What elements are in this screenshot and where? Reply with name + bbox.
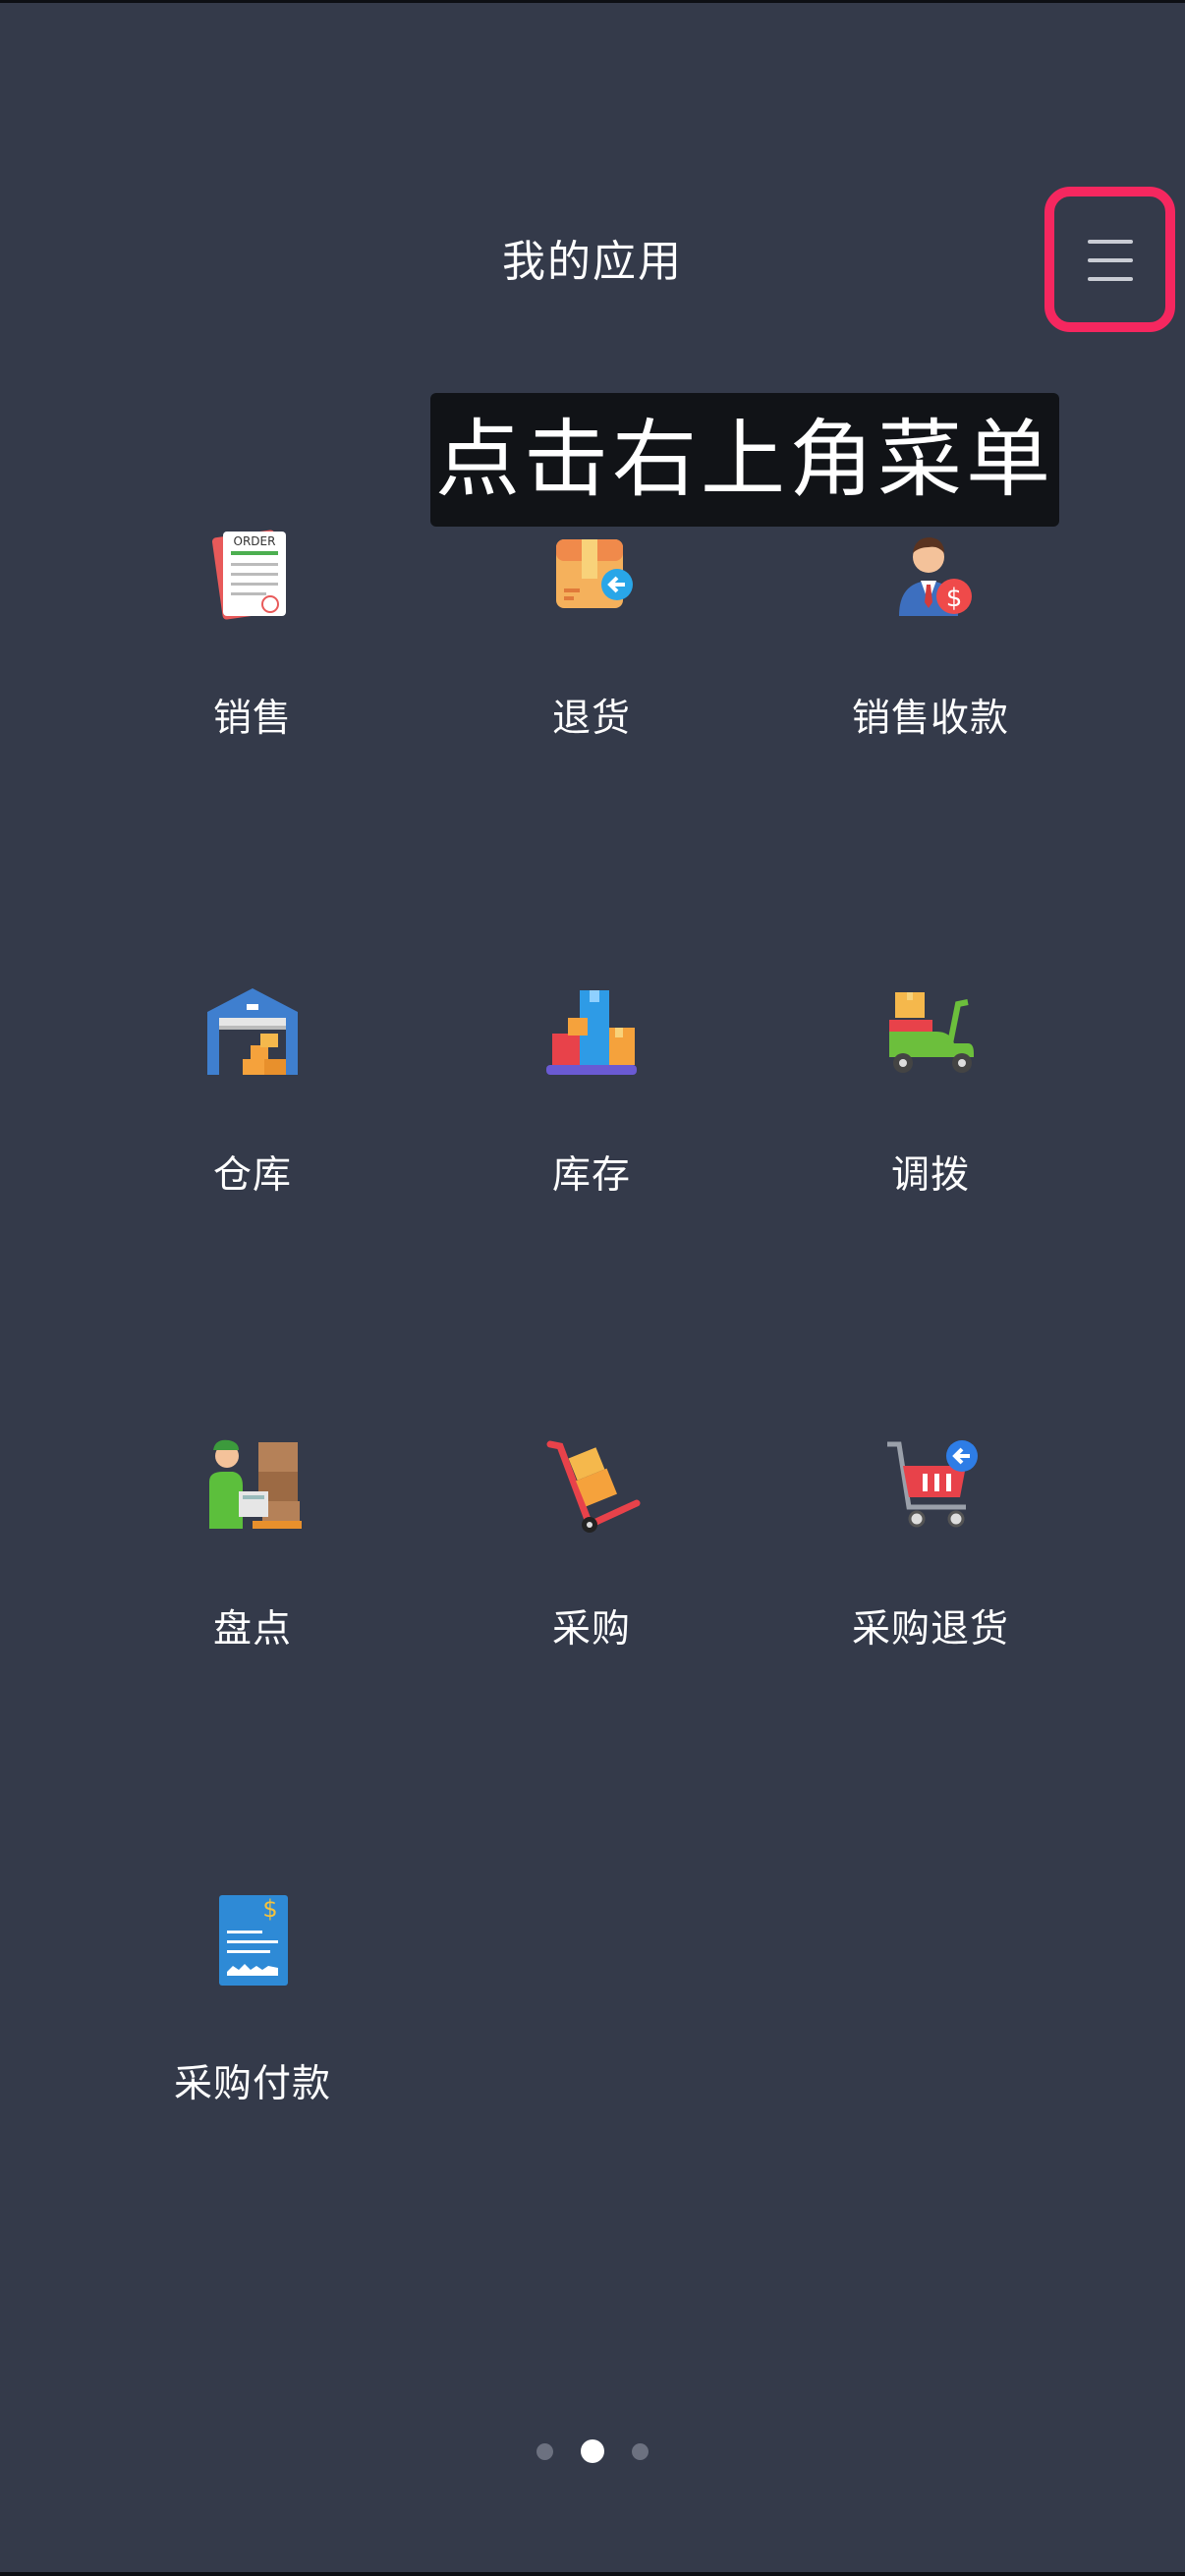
app-label: 盘点 <box>212 1607 292 1652</box>
app-label: 库存 <box>551 1153 631 1198</box>
app-warehouse[interactable]: 仓库 <box>105 982 400 1238</box>
app-sales[interactable]: ORDER 销售 <box>105 526 400 781</box>
payment-document-icon: $ <box>219 1895 288 1986</box>
app-label: 采购付款 <box>173 2062 331 2106</box>
inventory-boxes-icon <box>546 990 637 1075</box>
top-border <box>0 0 1185 3</box>
app-purchase[interactable]: 采购 <box>444 1436 739 1692</box>
app-label: 销售收款 <box>851 697 1009 741</box>
app-purchase-payment[interactable]: $ 采购付款 <box>105 1891 400 2147</box>
page-indicator <box>0 2436 1185 2466</box>
warehouse-icon <box>207 988 298 1075</box>
app-label: 仓库 <box>212 1153 292 1198</box>
app-return[interactable]: 退货 <box>444 526 739 781</box>
page-dot-active[interactable] <box>581 2439 604 2463</box>
businessman-money-icon: $ <box>899 537 972 616</box>
app-label: 调拨 <box>890 1153 970 1198</box>
hand-truck-icon <box>546 1440 641 1533</box>
tip-overlay: 点击右上角菜单 <box>430 393 1059 527</box>
menu-button[interactable] <box>1071 218 1150 303</box>
hamburger-menu-icon-line <box>1088 277 1133 281</box>
svg-text:$: $ <box>262 1895 277 1923</box>
app-screen: 我的应用 点击右上角菜单 ORDER 销售 退货 $ 销售收款 仓库 库存 调拨… <box>0 0 1185 2576</box>
order-document-icon: ORDER <box>211 530 286 620</box>
app-sales-collection[interactable]: $ 销售收款 <box>783 526 1078 781</box>
app-inventory[interactable]: 库存 <box>444 982 739 1238</box>
app-label: 采购 <box>551 1607 631 1652</box>
app-label: 销售 <box>212 697 292 741</box>
delivery-scooter-icon <box>889 992 974 1073</box>
app-stocktaking[interactable]: 盘点 <box>105 1436 400 1692</box>
hamburger-menu-icon-line <box>1088 258 1133 262</box>
stocktaking-worker-icon <box>209 1439 302 1529</box>
app-label: 退货 <box>551 697 631 741</box>
return-box-icon <box>556 539 633 608</box>
svg-text:ORDER: ORDER <box>234 534 276 548</box>
app-label: 采购退货 <box>851 1607 1009 1652</box>
page-title: 我的应用 <box>502 237 683 287</box>
page-dot[interactable] <box>536 2442 553 2460</box>
cart-return-icon <box>887 1440 978 1528</box>
app-purchase-return[interactable]: 采购退货 <box>783 1436 1078 1692</box>
app-transfer[interactable]: 调拨 <box>783 982 1078 1238</box>
hamburger-menu-icon <box>1088 240 1133 244</box>
page-dot[interactable] <box>632 2442 649 2460</box>
svg-text:$: $ <box>946 584 963 613</box>
bottom-border <box>0 2572 1185 2576</box>
